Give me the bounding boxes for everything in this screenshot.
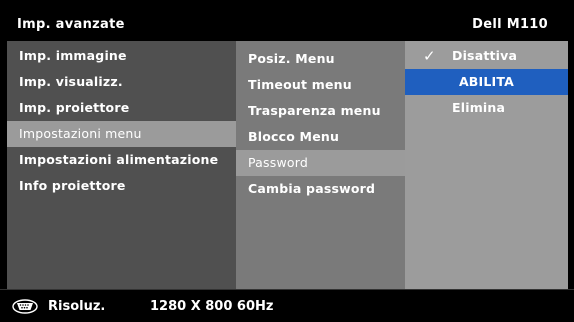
menu-item-label: Imp. immagine bbox=[19, 48, 127, 63]
option-label: Elimina bbox=[452, 100, 506, 115]
page-title: Imp. avanzate bbox=[17, 17, 125, 32]
submenu-item-label: Blocco Menu bbox=[248, 129, 340, 144]
title-bar: Imp. avanzate Dell M110 bbox=[7, 8, 568, 41]
submenu-item-label: Cambia password bbox=[248, 181, 376, 196]
menu-item-label: Impostazioni alimentazione bbox=[19, 152, 219, 167]
submenu-item-label: Password bbox=[248, 155, 308, 170]
main-menu: Imp. immagine Imp. visualizz. Imp. proie… bbox=[7, 41, 236, 289]
submenu-item-label: Posiz. Menu bbox=[248, 51, 335, 66]
resolution-label: Risoluz. bbox=[48, 299, 106, 314]
option-label: Disattiva bbox=[452, 48, 518, 63]
submenu-item-posiz-menu[interactable]: Posiz. Menu bbox=[236, 46, 405, 72]
submenu-item-trasparenza-menu[interactable]: Trasparenza menu bbox=[236, 98, 405, 124]
menu-item-imp-proiettore[interactable]: Imp. proiettore bbox=[7, 95, 236, 121]
menu-item-label: Impostazioni menu bbox=[19, 126, 142, 141]
divider bbox=[0, 289, 574, 290]
resolution-value: 1280 X 800 60Hz bbox=[150, 299, 274, 314]
menu-item-impostazioni-menu[interactable]: Impostazioni menu bbox=[7, 121, 236, 147]
vga-connector-icon bbox=[12, 299, 38, 314]
option-abilita[interactable]: ABILITA bbox=[405, 69, 568, 95]
option-disattiva[interactable]: ✓ Disattiva bbox=[405, 43, 568, 69]
submenu-item-cambia-password[interactable]: Cambia password bbox=[236, 176, 405, 202]
options-panel: ✓ Disattiva ABILITA Elimina bbox=[405, 41, 568, 289]
status-bar: Risoluz. 1280 X 800 60Hz bbox=[0, 291, 574, 322]
submenu: Posiz. Menu Timeout menu Trasparenza men… bbox=[236, 41, 405, 289]
menu-item-label: Imp. proiettore bbox=[19, 100, 130, 115]
menu-item-info-proiettore[interactable]: Info proiettore bbox=[7, 173, 236, 199]
submenu-item-password[interactable]: Password bbox=[236, 150, 405, 176]
menu-item-impostazioni-alimentazione[interactable]: Impostazioni alimentazione bbox=[7, 147, 236, 173]
menu-item-label: Info proiettore bbox=[19, 178, 126, 193]
osd-menu: Imp. avanzate Dell M110 Imp. immagine Im… bbox=[7, 8, 568, 289]
submenu-item-blocco-menu[interactable]: Blocco Menu bbox=[236, 124, 405, 150]
option-label: ABILITA bbox=[458, 74, 515, 89]
submenu-item-label: Trasparenza menu bbox=[248, 103, 381, 118]
menu-item-label: Imp. visualizz. bbox=[19, 74, 123, 89]
menu-item-imp-immagine[interactable]: Imp. immagine bbox=[7, 43, 236, 69]
option-elimina[interactable]: Elimina bbox=[405, 95, 568, 121]
submenu-item-timeout-menu[interactable]: Timeout menu bbox=[236, 72, 405, 98]
menu-item-imp-visualizz[interactable]: Imp. visualizz. bbox=[7, 69, 236, 95]
submenu-item-label: Timeout menu bbox=[248, 77, 352, 92]
projector-model: Dell M110 bbox=[472, 17, 548, 32]
checkmark-icon: ✓ bbox=[423, 47, 436, 65]
